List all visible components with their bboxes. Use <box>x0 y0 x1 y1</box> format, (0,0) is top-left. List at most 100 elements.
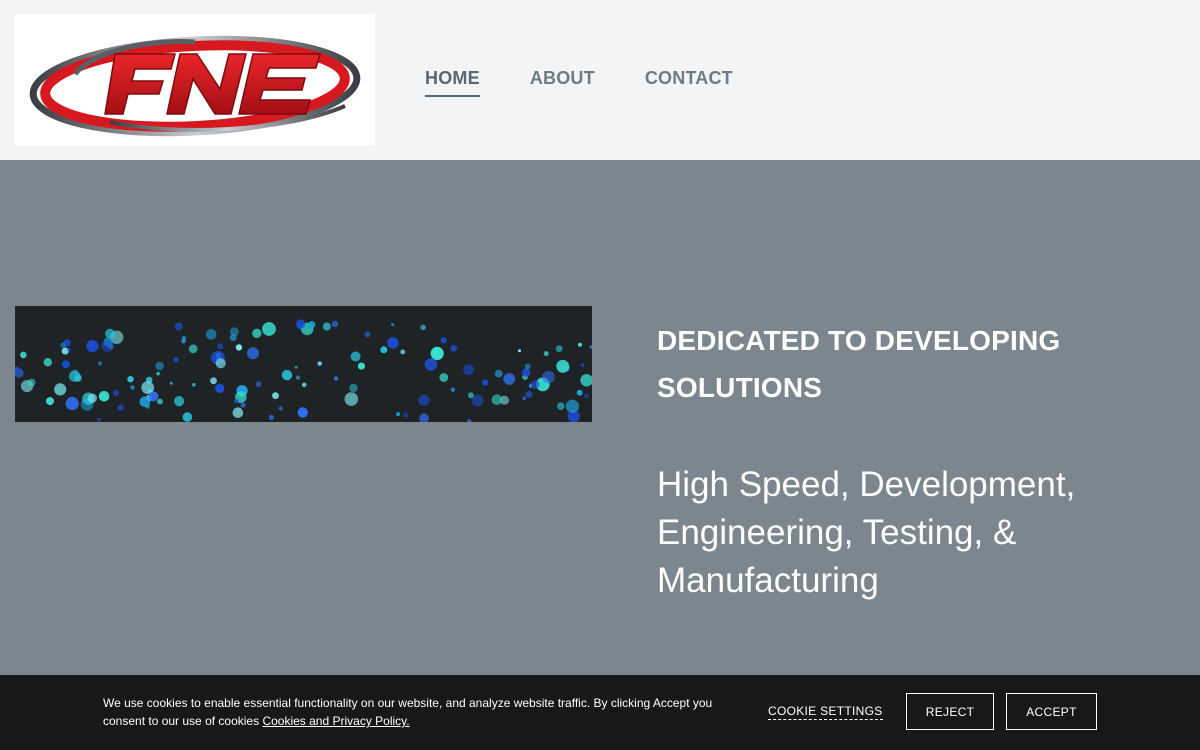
bokeh-dot <box>148 391 159 402</box>
bokeh-dot <box>308 321 316 329</box>
bokeh-dot <box>350 351 361 362</box>
bokeh-dot <box>430 346 444 360</box>
bokeh-dot <box>20 351 27 359</box>
bokeh-dot <box>357 362 365 370</box>
bokeh-dot <box>188 344 198 354</box>
bokeh-dot <box>54 383 67 396</box>
hero-heading: DEDICATED TO DEVELOPING SOLUTIONS <box>657 325 1061 403</box>
bokeh-dot <box>87 393 98 403</box>
bokeh-dot <box>530 380 540 389</box>
fne-logo-icon <box>29 35 361 137</box>
cookie-settings-button[interactable]: COOKIE SETTINGS <box>768 704 883 720</box>
bokeh-dot <box>543 351 549 357</box>
bokeh-dot <box>215 383 225 393</box>
bokeh-dot <box>450 387 456 392</box>
bokeh-dot <box>420 324 426 331</box>
bokeh-dot <box>295 319 306 329</box>
bokeh-dot <box>233 398 239 404</box>
bokeh-dot <box>157 398 163 405</box>
bokeh-dot <box>322 322 331 331</box>
bokeh-dot <box>522 368 531 377</box>
bokeh-dot <box>127 376 134 383</box>
site-header: HOME ABOUT CONTACT <box>0 0 1200 160</box>
fiber-optic-lights-image <box>15 306 592 422</box>
bokeh-dot <box>97 361 102 366</box>
bokeh-dot <box>98 391 110 402</box>
bokeh-dot <box>557 402 565 410</box>
bokeh-dot <box>156 371 161 376</box>
bokeh-dot <box>232 407 244 418</box>
bokeh-dot <box>281 369 293 381</box>
bokeh-dot <box>217 343 224 350</box>
bokeh-dot <box>27 378 36 387</box>
bokeh-dot <box>60 342 66 348</box>
bokeh-dot <box>542 370 555 384</box>
bokeh-dot <box>524 363 531 370</box>
bokeh-dot <box>67 348 71 352</box>
bokeh-dot <box>317 361 322 366</box>
bokeh-dot <box>450 344 458 352</box>
nav-item-about[interactable]: ABOUT <box>530 68 595 97</box>
bokeh-dot <box>418 394 430 406</box>
bokeh-dot <box>576 389 583 396</box>
bokeh-dot <box>229 334 237 342</box>
bokeh-dot <box>295 375 301 380</box>
bokeh-dot <box>139 396 151 407</box>
bokeh-dot <box>86 340 99 353</box>
bokeh-dot <box>565 399 580 413</box>
bokeh-dot <box>174 396 185 407</box>
bokeh-dot <box>349 383 358 393</box>
bokeh-dot <box>68 370 81 382</box>
bokeh-dot <box>117 404 124 411</box>
bokeh-dot <box>43 358 52 367</box>
bokeh-dot <box>113 389 120 397</box>
bokeh-dot <box>294 365 298 369</box>
nav-item-home[interactable]: HOME <box>425 68 480 97</box>
logo[interactable] <box>15 14 375 145</box>
bokeh-dot <box>255 381 262 387</box>
bokeh-lights-icon <box>15 319 592 422</box>
bokeh-dot <box>440 337 447 344</box>
bokeh-dot <box>584 393 589 399</box>
bokeh-dot <box>331 320 339 328</box>
bokeh-dot <box>577 342 582 347</box>
bokeh-dot <box>403 412 409 418</box>
bokeh-dot <box>301 382 307 388</box>
bokeh-dot <box>589 345 592 349</box>
bokeh-dot <box>65 396 79 411</box>
bokeh-dot <box>130 385 135 390</box>
bokeh-dot <box>252 328 262 338</box>
bokeh-dot <box>268 415 274 420</box>
bokeh-dot <box>169 381 173 385</box>
bokeh-dot <box>205 329 217 340</box>
bokeh-dot <box>471 394 484 407</box>
bokeh-dot <box>580 374 592 387</box>
bokeh-dot <box>503 373 516 385</box>
nav-item-contact[interactable]: CONTACT <box>645 68 733 97</box>
bokeh-dot <box>439 373 449 382</box>
bokeh-dot <box>482 379 489 386</box>
bokeh-dot <box>556 359 570 373</box>
bokeh-dot <box>173 356 179 363</box>
bokeh-dot <box>215 358 226 369</box>
bokeh-dot <box>247 347 259 360</box>
bokeh-dot <box>210 377 217 385</box>
bokeh-dot <box>400 349 406 355</box>
cookie-banner: We use cookies to enable essential funct… <box>0 675 1200 750</box>
main-nav: HOME ABOUT CONTACT <box>425 68 733 97</box>
bokeh-dot <box>364 331 371 338</box>
bokeh-dot <box>555 345 563 353</box>
bokeh-dot <box>278 406 283 411</box>
bokeh-dot <box>380 346 388 354</box>
accept-button[interactable]: ACCEPT <box>1006 693 1097 730</box>
cookie-policy-link[interactable]: Cookies and Privacy Policy. <box>262 714 409 728</box>
bokeh-dot <box>491 394 503 405</box>
bokeh-dot <box>262 322 276 336</box>
bokeh-dot <box>424 358 438 371</box>
reject-button[interactable]: REJECT <box>906 693 994 730</box>
bokeh-dot <box>105 328 115 339</box>
bokeh-dot <box>46 397 54 406</box>
bokeh-dot <box>181 338 186 344</box>
bokeh-dot <box>192 383 196 387</box>
cookie-message: We use cookies to enable essential funct… <box>103 694 743 730</box>
